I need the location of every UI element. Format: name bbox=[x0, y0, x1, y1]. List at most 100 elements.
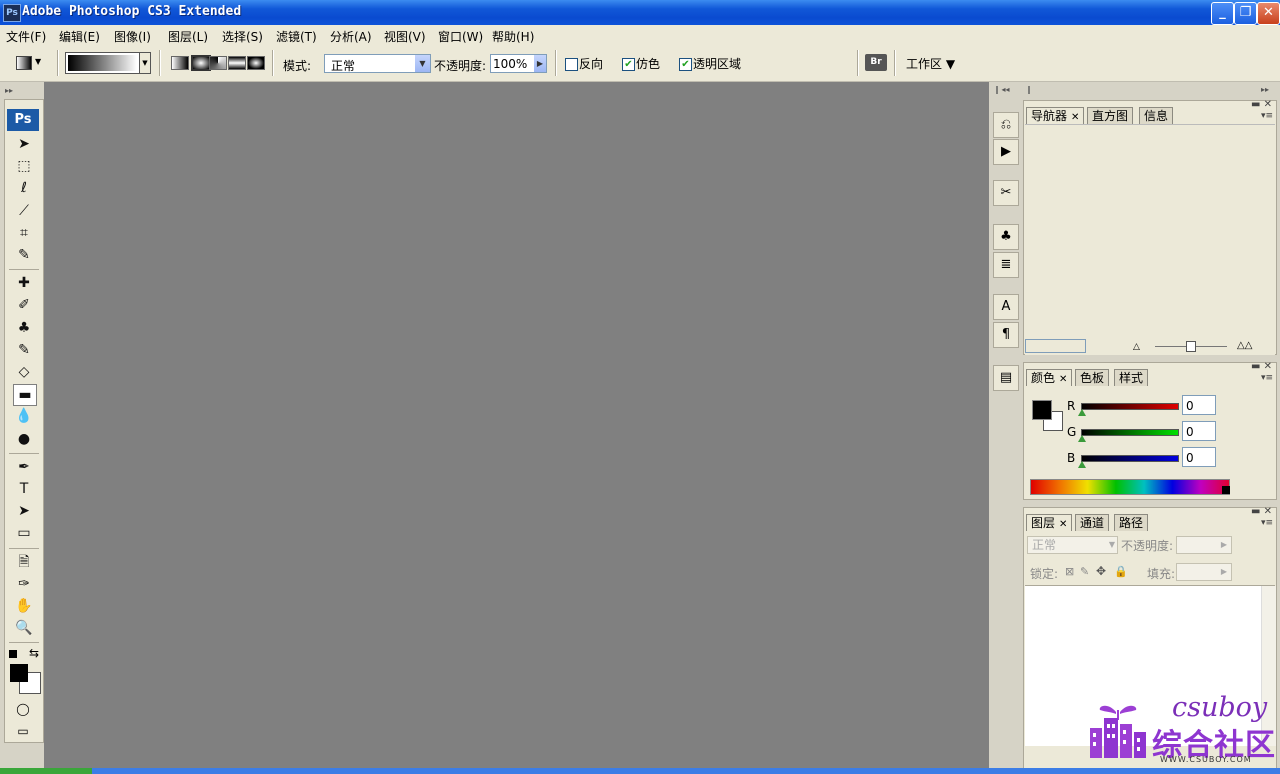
shape-tool-icon[interactable]: ▭ bbox=[13, 523, 35, 543]
clone-stamp-tool-icon[interactable]: ♣ bbox=[13, 318, 35, 338]
crop-tool-icon[interactable]: ⌗ bbox=[13, 223, 35, 243]
tab-color[interactable]: 颜色 ✕ bbox=[1026, 369, 1073, 386]
zoom-tool-icon[interactable]: 🔍 bbox=[13, 618, 35, 638]
gradient-tool-icon[interactable]: ▬ bbox=[13, 384, 37, 407]
tab-histogram[interactable]: 直方图 bbox=[1087, 107, 1134, 124]
blue-slider-thumb[interactable] bbox=[1078, 461, 1086, 468]
blur-tool-icon[interactable]: 💧 bbox=[13, 406, 35, 426]
tab-navigator[interactable]: 导航器 ✕ bbox=[1026, 107, 1085, 124]
foreground-color-swatch[interactable] bbox=[1032, 400, 1052, 420]
hand-tool-icon[interactable]: ✋ bbox=[13, 596, 35, 616]
red-slider-thumb[interactable] bbox=[1078, 409, 1086, 416]
panel-menu-icon[interactable]: ▾≡ bbox=[1261, 518, 1273, 528]
dither-checkbox[interactable]: ✔ bbox=[622, 58, 635, 71]
workspace-button[interactable]: 工作区 ▼ bbox=[906, 55, 955, 72]
blue-value-input[interactable]: 0 bbox=[1182, 447, 1216, 467]
tool-presets-icon[interactable]: ✂ bbox=[993, 180, 1019, 206]
collapse-arrows-icon[interactable]: ‖ ◂◂ bbox=[995, 85, 1010, 94]
angle-gradient-button[interactable] bbox=[209, 56, 227, 70]
panel-minimize-close-icon[interactable]: ▬ ✕ bbox=[1251, 361, 1272, 372]
red-slider[interactable] bbox=[1081, 403, 1179, 410]
tool-preset-picker[interactable]: ▼ bbox=[10, 52, 46, 74]
paragraph-icon[interactable]: ¶ bbox=[993, 322, 1019, 348]
eraser-tool-icon[interactable]: ◇ bbox=[13, 362, 35, 382]
tab-paths[interactable]: 路径 bbox=[1114, 514, 1149, 531]
type-tool-icon[interactable]: T bbox=[13, 479, 35, 499]
tab-styles[interactable]: 样式 bbox=[1114, 369, 1149, 386]
lock-transparency-icon[interactable]: ⊠ bbox=[1065, 565, 1074, 578]
healing-brush-tool-icon[interactable]: ✚ bbox=[13, 273, 35, 293]
zoom-input[interactable] bbox=[1025, 339, 1086, 353]
history-brush-tool-icon[interactable]: ✎ bbox=[13, 340, 35, 360]
chevron-right-icon[interactable]: ▶ bbox=[534, 55, 546, 72]
reflected-gradient-button[interactable] bbox=[228, 56, 246, 70]
layer-comps-icon[interactable]: ≣ bbox=[993, 252, 1019, 278]
panel-menu-icon[interactable]: ▾≡ bbox=[1261, 111, 1273, 121]
linear-gradient-button[interactable] bbox=[171, 56, 189, 70]
tab-swatches[interactable]: 色板 bbox=[1075, 369, 1110, 386]
green-value-input[interactable]: 0 bbox=[1182, 421, 1216, 441]
close-icon[interactable]: ✕ bbox=[1059, 374, 1067, 385]
color-spectrum-bar[interactable] bbox=[1030, 479, 1230, 495]
notes-tool-icon[interactable]: 🗎 bbox=[13, 552, 35, 572]
green-slider[interactable] bbox=[1081, 429, 1179, 436]
path-selection-tool-icon[interactable]: ➤ bbox=[13, 501, 35, 521]
radial-gradient-button[interactable] bbox=[191, 55, 211, 71]
opacity-input[interactable]: 100% ▶ bbox=[490, 54, 547, 73]
blue-slider[interactable] bbox=[1081, 455, 1179, 462]
lock-pixels-icon[interactable]: ✎ bbox=[1080, 565, 1089, 578]
actions-icon[interactable]: ▶ bbox=[993, 139, 1019, 165]
lock-position-icon[interactable]: ✥ bbox=[1096, 564, 1106, 578]
notes-panel-icon[interactable]: ▤ bbox=[993, 365, 1019, 391]
blend-mode-select[interactable]: 正常 ▼ bbox=[1027, 536, 1118, 554]
panel-minimize-close-icon[interactable]: ▬ ✕ bbox=[1251, 99, 1272, 110]
zoom-in-icon[interactable]: △△ bbox=[1237, 340, 1252, 351]
toolbox-foreground-color[interactable] bbox=[10, 664, 28, 683]
green-slider-thumb[interactable] bbox=[1078, 435, 1086, 442]
chevron-down-icon[interactable]: ▼ bbox=[139, 53, 150, 73]
transparency-checkbox[interactable]: ✔ bbox=[679, 58, 692, 71]
close-icon[interactable]: ✕ bbox=[1071, 112, 1079, 123]
quick-mask-icon[interactable]: ◯ bbox=[14, 702, 32, 716]
menu-filter[interactable]: 滤镜(T) bbox=[276, 28, 317, 45]
gradient-picker[interactable]: ▼ bbox=[65, 52, 151, 74]
layer-opacity-input[interactable]: ▶ bbox=[1176, 536, 1232, 554]
menu-file[interactable]: 文件(F) bbox=[6, 28, 46, 45]
character-icon[interactable]: A bbox=[993, 294, 1019, 320]
tab-layers[interactable]: 图层 ✕ bbox=[1026, 514, 1073, 531]
diamond-gradient-button[interactable] bbox=[247, 56, 265, 70]
menu-analysis[interactable]: 分析(A) bbox=[330, 28, 372, 45]
restore-button[interactable]: ❐ bbox=[1234, 2, 1257, 25]
history-icon[interactable]: ⎌ bbox=[993, 112, 1019, 138]
panel-minimize-close-icon[interactable]: ▬ ✕ bbox=[1251, 506, 1272, 517]
brush-tool-icon[interactable]: ✐ bbox=[13, 295, 35, 315]
zoom-slider-thumb[interactable] bbox=[1186, 341, 1196, 352]
reverse-checkbox[interactable] bbox=[565, 58, 578, 71]
menu-layer[interactable]: 图层(L) bbox=[168, 28, 208, 45]
fill-input[interactable]: ▶ bbox=[1176, 563, 1232, 581]
pen-tool-icon[interactable]: ✒ bbox=[13, 457, 35, 477]
menu-select[interactable]: 选择(S) bbox=[222, 28, 263, 45]
black-swatch[interactable] bbox=[1222, 486, 1230, 494]
start-button[interactable] bbox=[0, 768, 92, 774]
tab-info[interactable]: 信息 bbox=[1139, 107, 1174, 124]
bridge-icon[interactable]: Br bbox=[865, 54, 887, 71]
lock-all-icon[interactable]: 🔒 bbox=[1114, 565, 1128, 578]
move-tool-icon[interactable]: ➤ bbox=[13, 134, 35, 154]
marquee-tool-icon[interactable]: ⬚ bbox=[13, 156, 35, 176]
close-icon[interactable]: ✕ bbox=[1059, 519, 1067, 530]
tab-channels[interactable]: 通道 bbox=[1075, 514, 1110, 531]
expand-arrows-icon[interactable]: ▸▸ bbox=[1261, 85, 1269, 94]
eyedropper-tool-icon[interactable]: ✑ bbox=[13, 574, 35, 594]
zoom-out-icon[interactable]: △ bbox=[1133, 342, 1140, 352]
slice-tool-icon[interactable]: ✎ bbox=[13, 245, 35, 265]
lasso-tool-icon[interactable]: ℓ bbox=[13, 178, 35, 198]
swap-colors-icon[interactable]: ⇆ bbox=[29, 647, 39, 659]
default-colors-icon[interactable] bbox=[9, 650, 17, 659]
panel-menu-icon[interactable]: ▾≡ bbox=[1261, 373, 1273, 383]
menu-window[interactable]: 窗口(W) bbox=[438, 28, 483, 45]
minimize-button[interactable]: _ bbox=[1211, 2, 1234, 25]
mode-select[interactable]: 正常 ▼ bbox=[324, 54, 431, 73]
menu-edit[interactable]: 编辑(E) bbox=[59, 28, 100, 45]
menu-view[interactable]: 视图(V) bbox=[384, 28, 426, 45]
